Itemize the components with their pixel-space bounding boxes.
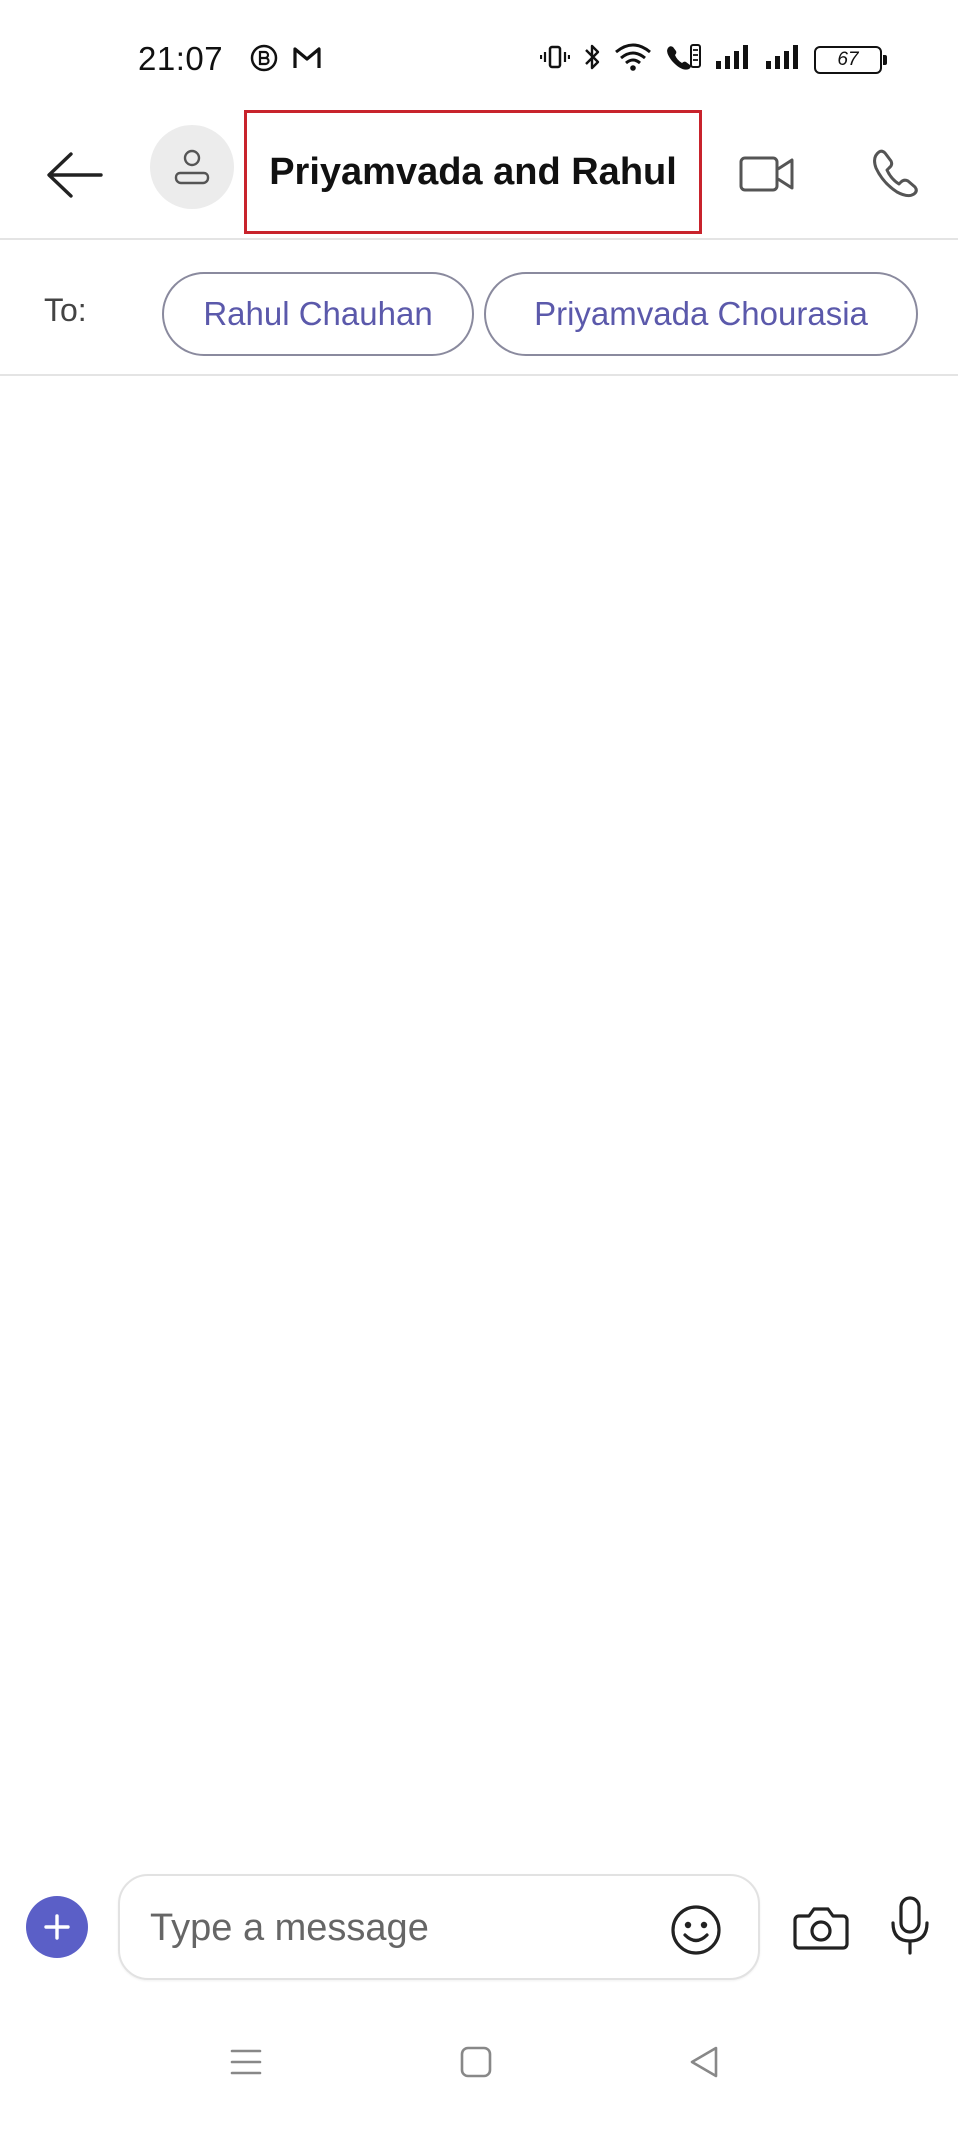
video-call-button[interactable] [734, 144, 800, 204]
chat-header: Priyamvada and Rahul [0, 110, 958, 240]
message-box [118, 1874, 760, 1980]
wifi-icon [614, 42, 652, 77]
status-bar: 21:07 67 [0, 0, 958, 110]
recipients-row: To: Rahul Chauhan Priyamvada Chourasia [0, 240, 958, 376]
person-icon [174, 149, 210, 185]
audio-call-button[interactable] [862, 140, 926, 206]
recipient-chip[interactable]: Rahul Chauhan [162, 272, 474, 356]
plus-icon [44, 1914, 70, 1940]
microphone-icon [891, 1896, 929, 1955]
back-triangle-icon [690, 2046, 718, 2078]
status-time: 21:07 [138, 40, 224, 77]
vibrate-icon [539, 43, 571, 76]
signal-icon [714, 43, 752, 76]
b-notification-icon [250, 44, 278, 77]
message-input[interactable] [150, 1900, 650, 1956]
recipient-name: Rahul Chauhan [203, 295, 433, 332]
recipient-chip[interactable]: Priyamvada Chourasia [484, 272, 918, 356]
gmail-icon [292, 45, 322, 76]
chat-title: Priyamvada and Rahul [269, 150, 677, 193]
back-button[interactable] [40, 140, 110, 210]
battery-level: 67 [837, 48, 859, 70]
chat-title-highlight[interactable]: Priyamvada and Rahul [244, 110, 702, 234]
phone-icon [873, 149, 918, 198]
nav-home-button[interactable] [456, 2042, 496, 2082]
system-nav-bar [0, 2030, 958, 2110]
arrow-left-icon [47, 152, 103, 198]
status-left-icons [250, 44, 322, 77]
smiley-icon [671, 1905, 721, 1955]
group-avatar[interactable] [150, 125, 234, 209]
nav-back-button[interactable] [684, 2042, 724, 2082]
camera-icon [793, 1907, 849, 1950]
microphone-button[interactable] [880, 1892, 940, 1960]
bluetooth-icon [582, 42, 602, 77]
add-attachment-button[interactable] [26, 1896, 88, 1958]
nav-menu-button[interactable] [226, 2042, 266, 2082]
menu-icon [230, 2049, 262, 2075]
status-right-icons: 67 [539, 42, 887, 77]
recipient-name: Priyamvada Chourasia [534, 295, 868, 332]
message-list[interactable] [0, 378, 958, 1858]
home-square-icon [460, 2046, 492, 2078]
video-camera-icon [739, 156, 794, 192]
signal-icon [764, 43, 802, 76]
to-label: To: [44, 292, 87, 328]
battery-indicator: 67 [814, 45, 887, 74]
volte-call-icon [664, 42, 702, 77]
message-composer [0, 1868, 958, 1980]
emoji-button[interactable] [666, 1900, 726, 1960]
camera-button[interactable] [790, 1898, 852, 1958]
